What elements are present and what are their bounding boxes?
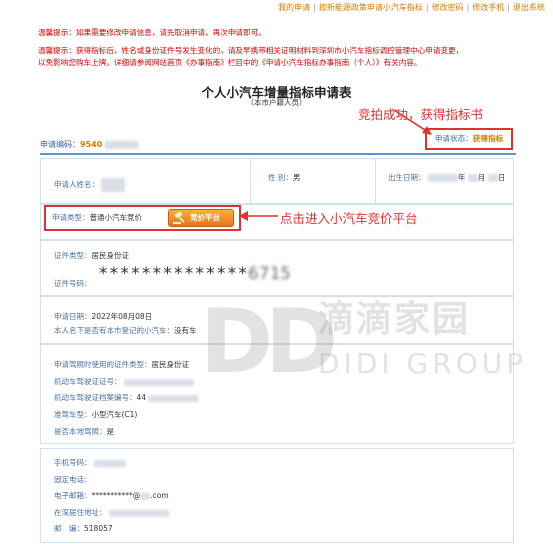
notice-modify: 温馨提示：如果需要修改申请信息，请先取消申请，再次申请即可。	[38, 28, 266, 37]
certificate-number-label: 证件号码：	[54, 279, 92, 288]
nav-logout[interactable]: 退出系统	[513, 3, 545, 12]
license-class-label: 准驾车型：	[54, 410, 92, 419]
license-cert-type-value: 居民身份证	[151, 360, 190, 369]
status-badge: 申请状态：获得指标	[425, 128, 513, 150]
apply-date-value: 2022年08月08日	[91, 312, 153, 321]
license-number: 机动车驾驶证证号：	[54, 376, 194, 387]
notice-change-line1: 温馨提示：获得指标后，姓名或身份证件号发生变化的，请及早携带相关证明材料到深圳市…	[38, 46, 464, 55]
header-divider	[40, 153, 516, 155]
applicant-name: 申请人姓名：	[54, 178, 126, 192]
mobile: 手机号码：	[54, 457, 126, 468]
postcode-value: 518057	[84, 524, 113, 533]
bidding-platform-button[interactable]: 竞价平台	[168, 209, 234, 227]
apply-date: 申请日期：2022年08月08日	[54, 311, 152, 322]
postcode: 邮 编：518057	[54, 523, 113, 534]
application-type: 申请类型：普通小汽车竞价	[52, 212, 142, 223]
application-number-label: 申请编码：	[40, 140, 80, 149]
cert-number-tail: 6715	[248, 264, 292, 284]
email-suffix: .com	[150, 491, 169, 500]
owns-car-value: 没有车	[174, 326, 197, 335]
email: 电子邮箱：***********@ .com	[54, 490, 169, 501]
license-local: 是否本地驾照：是	[54, 426, 114, 437]
landline: 固定电话：	[54, 474, 92, 485]
birth-label: 出生日期：	[388, 173, 426, 182]
application-number: 申请编码：9540	[40, 139, 139, 150]
license-cert-type: 申请驾照时使用的证件类型：居民身份证	[54, 359, 189, 370]
license-local-label: 是否本地驾照：	[54, 427, 107, 436]
applicant-gender: 性 别：男	[268, 172, 300, 183]
apply-date-label: 申请日期：	[54, 312, 92, 321]
license-number-label: 机动车驾驶证证号：	[54, 377, 122, 386]
landline-label: 固定电话：	[54, 475, 92, 484]
status-label: 申请状态：	[434, 134, 473, 143]
certificate-type: 证件类型：居民身份证	[54, 250, 129, 261]
status-value: 获得指标	[472, 134, 504, 143]
gavel-icon	[173, 212, 185, 224]
address: 在深居住地址：	[54, 507, 169, 518]
nav-new-energy-apply[interactable]: 按新能源政策申请小汽车指标	[319, 3, 423, 12]
gender-label: 性 别：	[268, 173, 293, 182]
nav-change-phone[interactable]: 修改手机	[472, 3, 504, 12]
email-prefix: ***********@	[91, 491, 141, 500]
email-label: 电子邮箱：	[54, 491, 92, 500]
arrow-left-icon	[239, 211, 278, 221]
cert-type-value: 居民身份证	[91, 251, 130, 260]
apptype-value: 普通小汽车竞价	[89, 213, 143, 222]
license-file-label: 机动车驾驶证档案编号：	[54, 393, 137, 402]
column-divider	[375, 158, 376, 204]
mobile-label: 手机号码：	[54, 458, 92, 467]
top-nav: 我的申请 | 按新能源政策申请小汽车指标 | 修改密码 | 修改手机 | 退出系统	[278, 3, 545, 12]
license-file-value: 44	[136, 393, 147, 402]
column-divider	[250, 158, 251, 204]
bidding-platform-label: 竞价平台	[190, 213, 220, 222]
certificate-number: **************6715	[98, 264, 291, 284]
owns-car: 本人名下是否有本市登记的小汽车：没有车	[54, 325, 197, 336]
notice-change-line2: 以免影响您购车上牌。详细请参阅网站首页《办事指南》栏目中的《申请小汽车指标办事指…	[38, 58, 422, 67]
license-class-value: 小型汽车(C1)	[91, 410, 138, 419]
owns-car-label: 本人名下是否有本市登记的小汽车：	[54, 326, 174, 335]
cert-number-masked: **************	[98, 264, 249, 284]
apptype-label: 申请类型：	[52, 213, 90, 222]
gender-value: 男	[292, 173, 301, 182]
cert-type-label: 证件类型：	[54, 251, 92, 260]
application-number-value: 9540	[80, 140, 103, 149]
applicant-name-label: 申请人姓名：	[54, 180, 99, 189]
postcode-label: 邮 编：	[54, 524, 84, 533]
license-class: 准驾车型：小型汽车(C1)	[54, 409, 137, 420]
license-cert-type-label: 申请驾照时使用的证件类型：	[54, 360, 152, 369]
nav-my-application[interactable]: 我的申请	[278, 3, 310, 12]
annotation-platform-note: 点击进入小汽车竞价平台	[280, 211, 418, 226]
license-file-number: 机动车驾驶证档案编号：44	[54, 392, 199, 403]
nav-change-password[interactable]: 修改密码	[432, 3, 464, 12]
applicant-birthdate: 出生日期： 年 月 日	[388, 173, 506, 182]
license-local-value: 是	[106, 427, 115, 436]
address-label: 在深居住地址：	[54, 508, 107, 517]
